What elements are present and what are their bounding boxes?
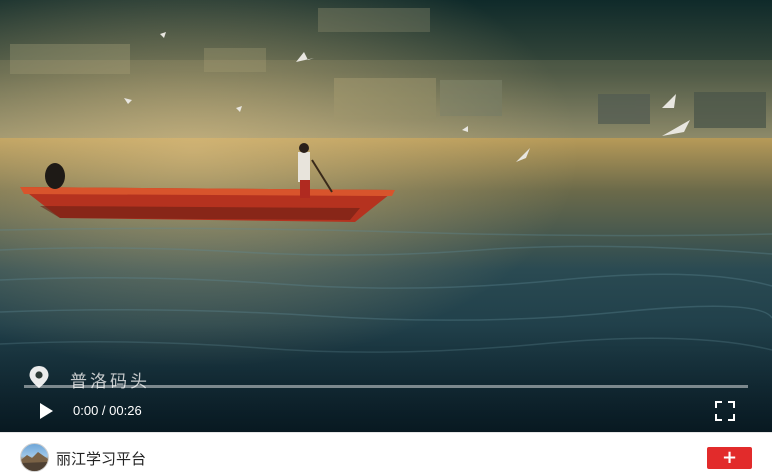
play-icon[interactable] — [36, 401, 56, 421]
fullscreen-icon[interactable] — [714, 400, 736, 422]
time-display: 0:00 / 00:26 — [73, 403, 142, 418]
progress-bar[interactable] — [24, 385, 748, 388]
location-pin-icon — [28, 365, 50, 393]
account-bar: 丽江学习平台 + — [0, 432, 772, 474]
video-player[interactable]: 普洛码头 0:00 / 00:26 — [0, 0, 772, 432]
account-name[interactable]: 丽江学习平台 — [56, 448, 146, 469]
follow-button[interactable]: + — [707, 447, 752, 469]
video-controls: 0:00 / 00:26 — [0, 394, 772, 428]
location-caption: 普洛码头 — [28, 364, 150, 394]
avatar[interactable] — [20, 443, 49, 472]
